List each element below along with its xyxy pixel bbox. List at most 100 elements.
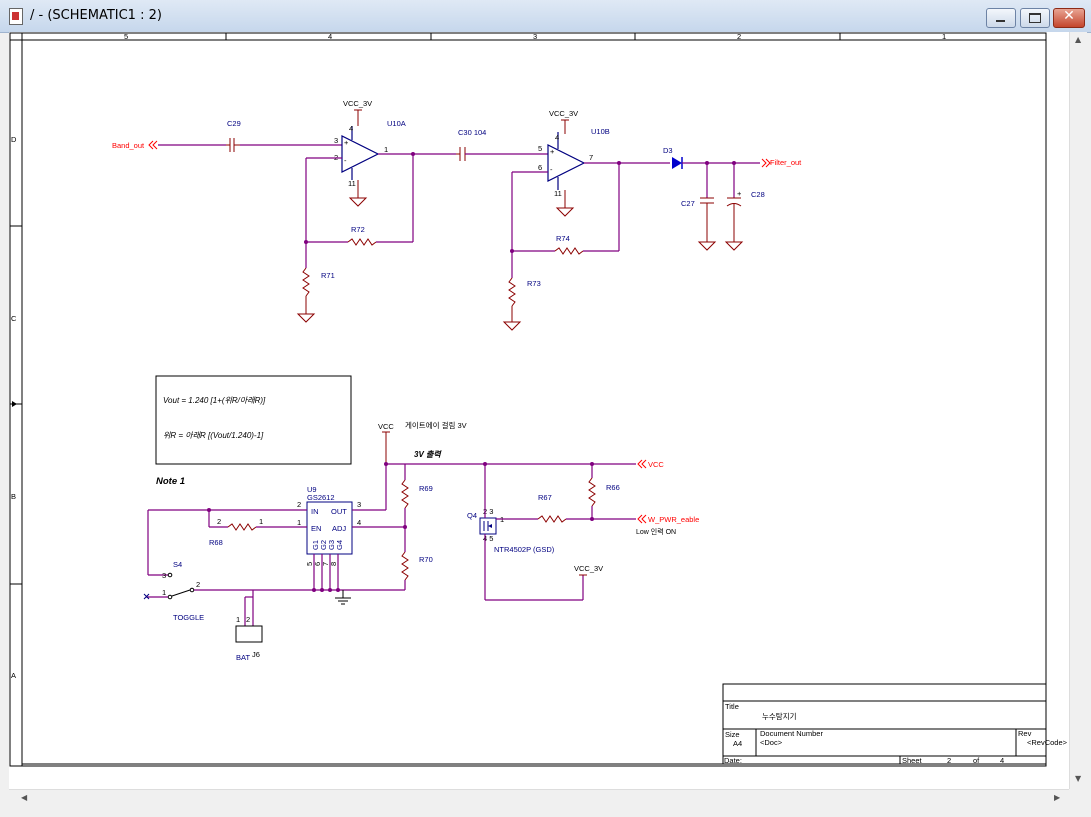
maximize-button[interactable] — [1020, 8, 1050, 28]
minimize-button[interactable] — [986, 8, 1016, 28]
svg-text:Q4: Q4 — [467, 511, 477, 520]
battery-connector-j6[interactable]: 1 2 BAT J6 — [235, 590, 263, 662]
column-marker: 5 — [124, 32, 128, 41]
ground-symbol — [502, 306, 522, 331]
svg-text:Document Number: Document Number — [760, 729, 823, 738]
scroll-up-icon[interactable]: ▲ — [1075, 35, 1081, 44]
resistor-r70[interactable]: R70 — [401, 551, 433, 581]
svg-text:C30 104: C30 104 — [458, 128, 486, 137]
svg-text:ADJ: ADJ — [332, 524, 346, 533]
svg-text:6: 6 — [538, 163, 542, 172]
svg-text:TOGGLE: TOGGLE — [173, 613, 204, 622]
w-pwr-enable-port[interactable]: W_PWR_eable — [637, 514, 699, 524]
ground-symbol — [296, 296, 316, 323]
capacitor-c28[interactable]: + C28 — [726, 189, 765, 242]
resistor-r68[interactable]: R68 2 1 — [209, 517, 263, 547]
svg-text:R68: R68 — [209, 538, 223, 547]
svg-text:Size: Size — [725, 730, 740, 739]
vcc-3v-power-2: VCC_3V — [549, 109, 578, 134]
vcc-3v-power-1: VCC_3V — [343, 99, 372, 126]
resistor-r73[interactable]: R73 — [508, 277, 541, 307]
svg-text:5: 5 — [538, 144, 542, 153]
column-marker: 3 — [533, 32, 537, 41]
svg-text:+: + — [737, 189, 742, 198]
svg-text:D3: D3 — [663, 146, 673, 155]
close-icon: ✕ — [1063, 8, 1075, 24]
mosfet-q4[interactable]: Q4 NTR4502P (GSD) 2 3 1 4 5 — [467, 507, 555, 554]
svg-text:-: - — [344, 156, 347, 165]
title-block: Title 누수탐지기 Size A4 Document Number <Doc… — [722, 683, 1068, 765]
svg-text:A4: A4 — [733, 739, 742, 748]
svg-text:C29: C29 — [227, 119, 241, 128]
svg-text:2: 2 — [246, 615, 250, 624]
svg-text:3: 3 — [357, 500, 361, 509]
vcc-port[interactable]: VCC — [637, 459, 664, 469]
svg-text:1: 1 — [297, 518, 301, 527]
diode-d3[interactable]: D3 — [663, 146, 683, 169]
svg-text:Vout = 1.240 [1+(위R/아래R)]: Vout = 1.240 [1+(위R/아래R)] — [163, 396, 266, 405]
svg-text:S4: S4 — [173, 560, 182, 569]
svg-text:2: 2 — [947, 756, 951, 765]
svg-text:1: 1 — [259, 517, 263, 526]
window-titlebar: / - (SCHEMATIC1 : 2) ✕ — [0, 0, 1091, 33]
resistor-r67[interactable]: R67 — [537, 493, 567, 523]
svg-text:2: 2 — [196, 580, 200, 589]
svg-text:BAT: BAT — [236, 653, 250, 662]
row-marker: B — [11, 492, 16, 501]
scroll-right-icon[interactable]: ▶ — [1054, 793, 1060, 802]
gate-voltage-note: 게이트에이 걸림 3V — [405, 420, 467, 430]
formula-note-box: Vout = 1.240 [1+(위R/아래R)] 위R = 아래R [(Vou… — [155, 375, 352, 465]
svg-text:7: 7 — [589, 153, 593, 162]
svg-text:U10A: U10A — [387, 119, 406, 128]
vertical-scrollbar[interactable]: ▲ ▼ — [1069, 32, 1087, 789]
svg-text:2: 2 — [297, 500, 301, 509]
resistor-r66[interactable]: R66 — [588, 477, 620, 507]
svg-text:Title: Title — [725, 702, 739, 711]
regulator-u9[interactable]: U9 GS2612 IN OUT EN ADJ G1 G2 G3 G4 2 1 … — [297, 485, 361, 566]
svg-text:VCC_3V: VCC_3V — [574, 564, 603, 573]
svg-text:4: 4 — [349, 124, 353, 133]
svg-text:Rev: Rev — [1018, 729, 1032, 738]
svg-text:J6: J6 — [252, 650, 260, 659]
center-mark-icon — [12, 401, 17, 407]
svg-text:EN: EN — [311, 524, 321, 533]
scroll-down-icon[interactable]: ▼ — [1075, 774, 1081, 783]
app-icon[interactable] — [9, 8, 23, 25]
band-out-port[interactable]: Band_out — [112, 140, 158, 150]
filter-out-port[interactable]: Filter_out — [761, 158, 802, 168]
capacitor-c30[interactable]: C30 104 — [456, 128, 486, 161]
svg-text:R74: R74 — [556, 234, 570, 243]
capacitor-c29[interactable]: C29 — [226, 119, 241, 152]
schematic-canvas[interactable]: 5 4 3 2 1 D C B A Band_out C29 + - U10A … — [9, 32, 1069, 789]
svg-text:1: 1 — [162, 588, 166, 597]
resistor-r74[interactable]: R74 — [554, 234, 584, 255]
svg-text:누수탐지기: 누수탐지기 — [762, 711, 797, 721]
svg-text:4: 4 — [555, 133, 559, 142]
svg-text:R73: R73 — [527, 279, 541, 288]
capacitor-c27[interactable]: C27 — [681, 197, 714, 242]
resistor-r71[interactable]: R71 — [302, 267, 335, 297]
ground-symbol — [724, 241, 744, 251]
resistor-r72[interactable]: R72 — [347, 225, 377, 246]
svg-text:NTR4502P (GSD): NTR4502P (GSD) — [494, 545, 555, 554]
svg-text:-: - — [550, 165, 553, 174]
resistor-r69[interactable]: R69 — [401, 479, 433, 509]
svg-text:G4: G4 — [335, 540, 344, 550]
svg-text:<RevCode>: <RevCode> — [1027, 738, 1068, 747]
svg-text:Filter_out: Filter_out — [770, 158, 802, 167]
svg-text:+: + — [550, 147, 555, 156]
svg-text:VCC_3V: VCC_3V — [549, 109, 578, 118]
vcc-3v-power-3: VCC_3V — [574, 564, 603, 576]
svg-text:+: + — [344, 138, 349, 147]
horizontal-scrollbar[interactable]: ◀ ▶ — [9, 789, 1069, 807]
column-marker: 4 — [328, 32, 332, 41]
low-on-note: Low 인력 ON — [636, 527, 676, 536]
scroll-left-icon[interactable]: ◀ — [21, 793, 27, 802]
close-button[interactable]: ✕ — [1053, 8, 1085, 28]
svg-text:Band_out: Band_out — [112, 141, 145, 150]
svg-text:위R = 아래R [(Vout/1.240)-1]: 위R = 아래R [(Vout/1.240)-1] — [163, 431, 264, 440]
svg-text:11: 11 — [554, 189, 562, 198]
svg-text:R69: R69 — [419, 484, 433, 493]
toggle-switch-s4[interactable]: S4 3 1 2 TOGGLE — [143, 560, 253, 622]
svg-text:R66: R66 — [606, 483, 620, 492]
